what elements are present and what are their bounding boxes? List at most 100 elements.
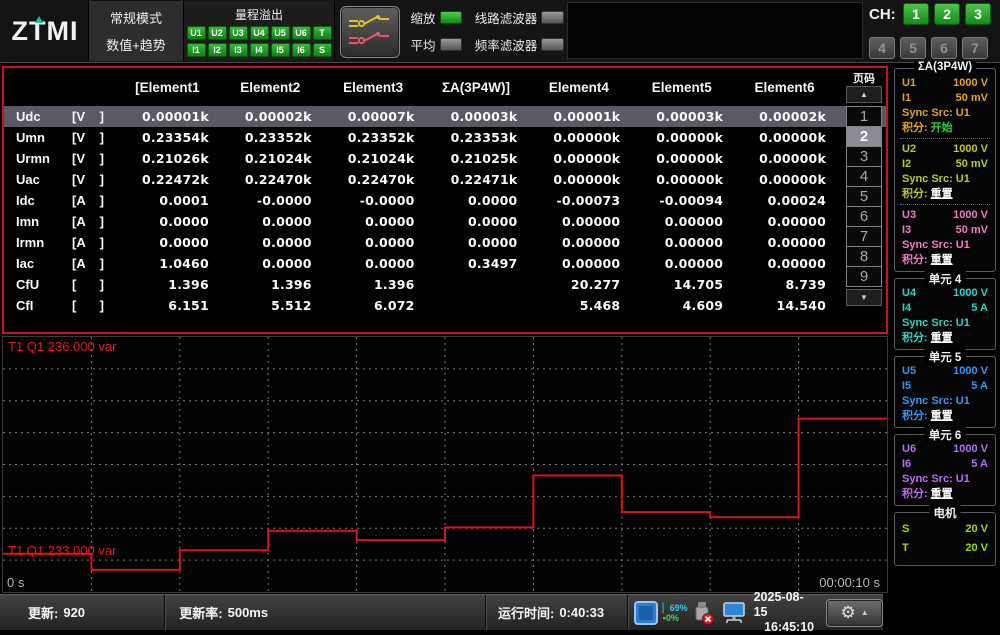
cell-value: 0.00000	[733, 235, 836, 250]
sidebar-kv-line: I250 mV	[900, 157, 990, 172]
kv-value: 50 mV	[956, 223, 988, 238]
table-row-imn[interactable]: Imn[A]0.00000.00000.00000.00000.000000.0…	[4, 211, 886, 232]
cell-value: 0.0001	[116, 193, 219, 208]
cell-value: 0.0000	[425, 193, 528, 208]
sidebar-kv-line: U31000 V	[900, 208, 990, 223]
sidebar-integration-line: 积分:重置	[900, 253, 990, 268]
channel-button-7[interactable]: 7	[962, 37, 988, 59]
table-row-idc[interactable]: Idc[A]0.0001-0.0000-0.00000.0000-0.00073…	[4, 190, 886, 211]
row-unit: []	[72, 277, 104, 292]
wiring-diagram-button[interactable]	[340, 6, 400, 58]
toggle-indicator-1[interactable]	[541, 11, 564, 24]
brand-logo: ZTMI	[4, 0, 86, 62]
page-cell-5[interactable]: 5	[846, 186, 882, 207]
toggle-indicator-3[interactable]	[541, 38, 564, 51]
sidebar-sync-line: Sync Src: U1	[900, 316, 990, 331]
sidebar-sync-line: Sync Src: U1	[900, 106, 990, 121]
toggle-indicator-2[interactable]	[440, 38, 463, 51]
overflow-indicator-u5: U5	[271, 26, 290, 40]
kv-label: T	[902, 539, 909, 558]
integration-value: 重置	[931, 331, 953, 346]
sidebar-panel-1: 单元 4U41000 VI45 ASync Src: U1积分:重置	[894, 278, 996, 350]
row-unit: [V]	[72, 130, 104, 145]
sidebar-integration-line: 积分:开始	[900, 121, 990, 136]
page-selector-column: 页码 ▲ 123456789 ▼	[845, 70, 883, 306]
sidebar-panel-title: 单元 5	[925, 349, 966, 365]
toggle-label-0: 缩放	[404, 8, 436, 27]
header-blank-display	[567, 2, 863, 59]
row-unit: [V]	[72, 109, 104, 124]
table-row-urmn[interactable]: Urmn[V]0.21026k0.21024k0.21024k0.21025k0…	[4, 148, 886, 169]
kv-value: 20 V	[965, 520, 988, 539]
kv-value: 50 mV	[956, 91, 988, 106]
overflow-indicator-i3: I3	[229, 43, 248, 57]
cell-value: 0.00000	[630, 256, 733, 271]
sidebar-kv-line: I65 A	[900, 457, 990, 472]
toggle-label-3: 频率滤波器	[466, 35, 537, 54]
channel-button-5[interactable]: 5	[900, 37, 926, 59]
row-name: Idc	[14, 193, 72, 208]
cell-value: 1.0460	[116, 256, 219, 271]
page-cell-1[interactable]: 1	[846, 106, 882, 127]
mode-display[interactable]: 常规模式 数值+趋势	[88, 1, 184, 61]
channel-button-3[interactable]: 3	[965, 3, 991, 25]
column-header: Element2	[219, 80, 322, 95]
cell-value: 0.00000	[630, 214, 733, 229]
cell-value: 0.00000k	[527, 172, 630, 187]
page-cell-8[interactable]: 8	[846, 246, 882, 267]
column-header: Element5	[630, 80, 733, 95]
cell-value: 0.0000	[425, 214, 528, 229]
cell-value: 0.00001k	[527, 109, 630, 124]
toggle-indicator-0[interactable]	[440, 11, 463, 24]
page-cell-3[interactable]: 3	[846, 146, 882, 167]
cell-value: -0.0000	[219, 193, 322, 208]
row-name: CfI	[14, 298, 72, 313]
sidebar-kv-line: U41000 V	[900, 286, 990, 301]
page-down-button[interactable]: ▼	[846, 289, 882, 306]
table-row-udc[interactable]: Udc[V]0.00001k0.00002k0.00007k0.00003k0.…	[4, 106, 886, 127]
page-cell-9[interactable]: 9	[846, 266, 882, 287]
table-row-cfi[interactable]: CfI[]6.1515.5126.0725.4684.60914.540	[4, 295, 886, 316]
page-up-button[interactable]: ▲	[846, 86, 882, 103]
channel-button-4[interactable]: 4	[869, 37, 895, 59]
kv-value: 5 A	[971, 457, 988, 472]
page-cell-6[interactable]: 6	[846, 206, 882, 227]
sidebar-integration-line: 积分:重置	[900, 487, 990, 502]
row-unit: [V]	[72, 172, 104, 187]
table-row-umn[interactable]: Umn[V]0.23354k0.23352k0.23352k0.23353k0.…	[4, 127, 886, 148]
filter-toggle-panel: 缩放线路滤波器平均频率滤波器	[404, 8, 564, 54]
page-cell-4[interactable]: 4	[846, 166, 882, 187]
group-separator	[900, 204, 990, 205]
range-overflow-panel: 量程溢出 U1U2U3U4U5U6T I1I2I3I4I5I6S	[184, 1, 335, 61]
cell-value: -0.0000	[322, 193, 425, 208]
cell-value: 0.0000	[219, 235, 322, 250]
sidebar-panel-4: 电机S20 VT20 V	[894, 512, 996, 566]
channel-button-1[interactable]: 1	[903, 3, 929, 25]
cell-value: 0.00000k	[630, 172, 733, 187]
run-time-label: 运行时间:	[498, 603, 554, 622]
sidebar-integration-line: 积分:重置	[900, 187, 990, 202]
kv-value: 1000 V	[953, 286, 988, 301]
expand-up-icon: ▲	[861, 608, 869, 617]
settings-menu-button[interactable]: ⚙ ▲	[826, 599, 883, 627]
update-count-label: 更新:	[28, 603, 58, 622]
cell-value: 0.3497	[425, 256, 528, 271]
cell-value: 5.512	[219, 298, 322, 313]
kv-label: U5	[902, 364, 916, 379]
kv-value: 1000 V	[953, 442, 988, 457]
table-row-iac[interactable]: Iac[A]1.04600.00000.00000.34970.000000.0…	[4, 253, 886, 274]
kv-value: 50 mV	[956, 157, 988, 172]
table-row-cfu[interactable]: CfU[]1.3961.3961.39620.27714.7058.739	[4, 274, 886, 295]
table-row-irmn[interactable]: Irmn[A]0.00000.00000.00000.00000.000000.…	[4, 232, 886, 253]
integration-label: 积分:	[902, 253, 928, 268]
channel-button-6[interactable]: 6	[931, 37, 957, 59]
integration-label: 积分:	[902, 331, 928, 346]
channel-button-2[interactable]: 2	[934, 3, 960, 25]
table-row-uac[interactable]: Uac[V]0.22472k0.22470k0.22470k0.22471k0.…	[4, 169, 886, 190]
cell-value: -0.00073	[527, 193, 630, 208]
sidebar-kv-line: T20 V	[900, 539, 990, 558]
page-cell-7[interactable]: 7	[846, 226, 882, 247]
column-header: [Element1	[116, 80, 219, 95]
page-cell-2[interactable]: 2	[846, 126, 882, 147]
overflow-indicator-u6: U6	[292, 26, 311, 40]
